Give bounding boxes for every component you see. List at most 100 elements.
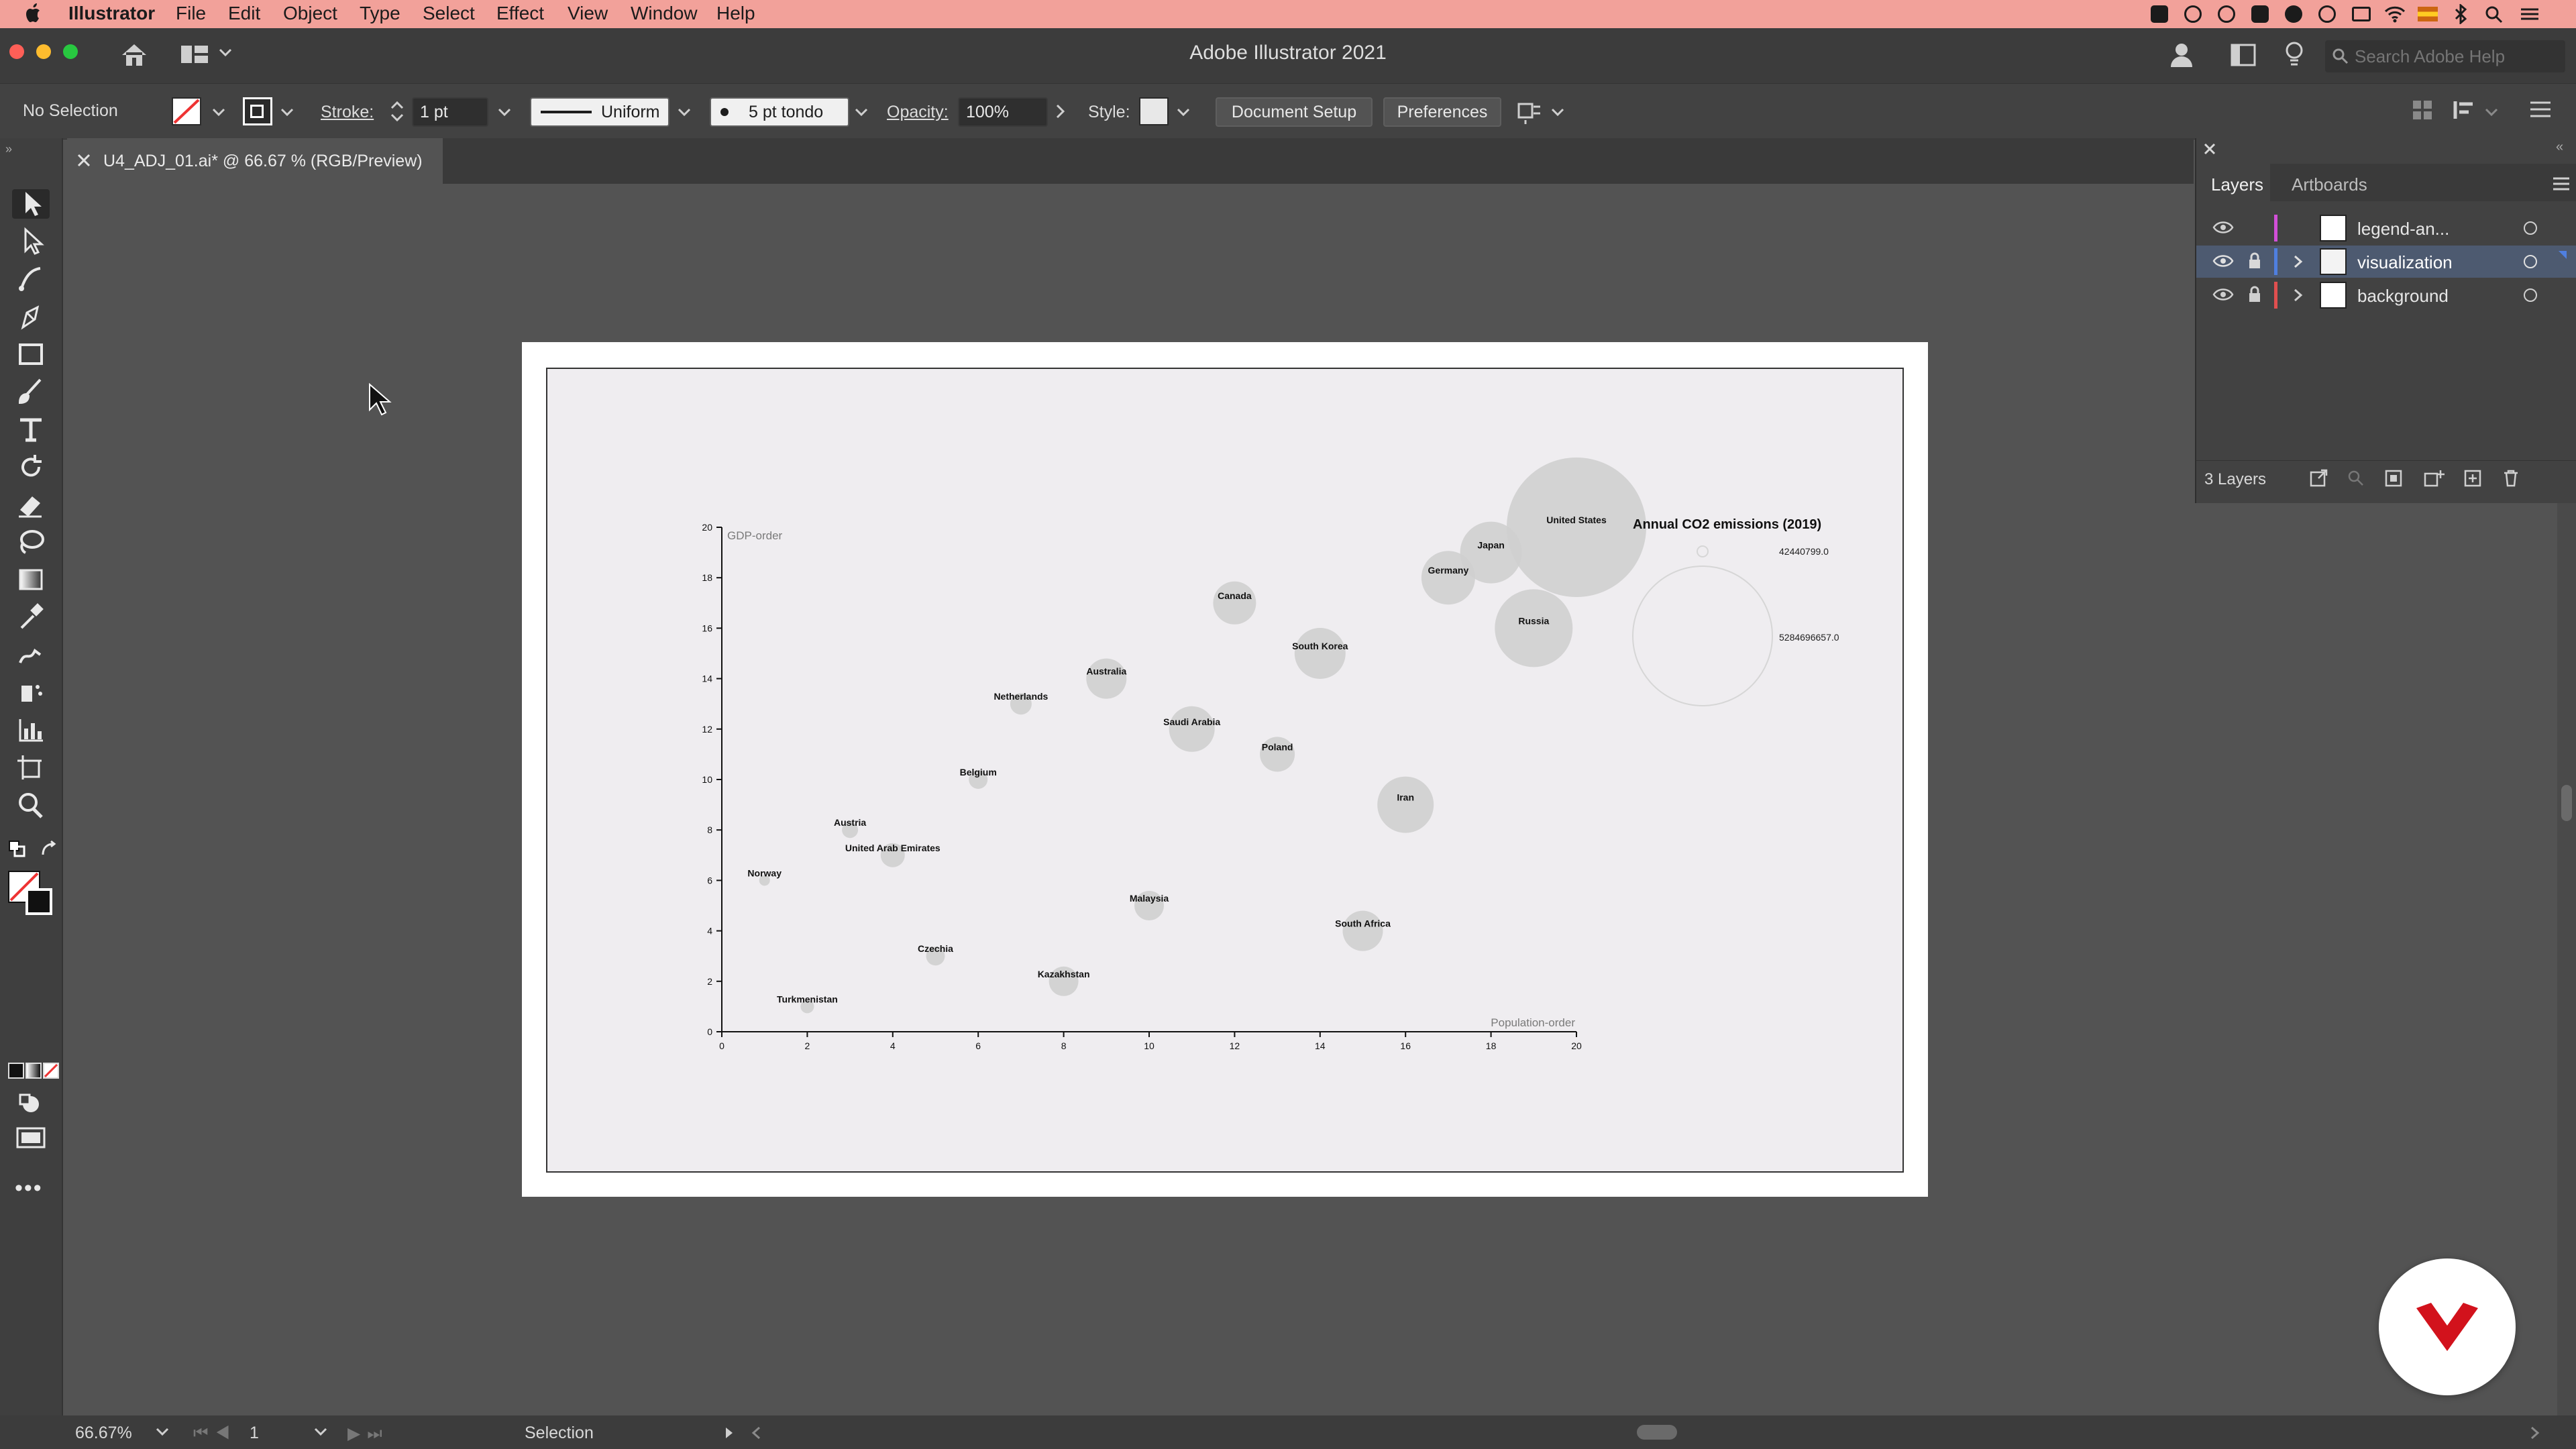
wifi-icon[interactable] (2384, 5, 2406, 23)
artboard-next-arrows[interactable]: ▶⏭ (347, 1424, 389, 1444)
expand-chevron-icon[interactable] (2293, 288, 2304, 302)
app-s-icon[interactable] (2251, 5, 2269, 23)
control-center-icon[interactable] (2520, 5, 2540, 23)
control-bar-menu-icon[interactable] (2529, 100, 2552, 120)
visibility-eye-icon[interactable] (2212, 254, 2234, 268)
brush-chevron-icon[interactable] (855, 108, 868, 117)
chevron-down-icon[interactable] (219, 48, 232, 58)
layer-target-icon[interactable] (2524, 288, 2537, 302)
adobe-cc-icon[interactable] (2151, 5, 2168, 23)
grid-icon[interactable] (2411, 99, 2434, 121)
vertical-scrollbar[interactable] (2557, 503, 2576, 1415)
layer-row-visualization[interactable]: visualization (2196, 246, 2576, 278)
color-mode-button[interactable] (8, 1063, 24, 1079)
stroke-weight-chevron-icon[interactable] (498, 108, 511, 117)
fill-dropdown-chevron-icon[interactable] (212, 108, 225, 117)
stroke-color-box[interactable] (25, 888, 52, 915)
status-menu-arrow-icon[interactable] (724, 1426, 734, 1440)
stroke-weight-field[interactable]: 1 pt (412, 97, 488, 127)
gradient-tool[interactable] (12, 565, 50, 594)
swap-fill-stroke-icon[interactable] (39, 840, 58, 859)
discover-lightbulb-icon[interactable] (2284, 40, 2305, 70)
close-panel-icon[interactable] (2203, 142, 2216, 156)
zoom-chevron-icon[interactable] (156, 1428, 169, 1437)
tab-artboards[interactable]: Artboards (2292, 174, 2367, 195)
fill-swatch[interactable] (172, 97, 201, 125)
vertical-scroll-thumb[interactable] (2561, 785, 2572, 821)
stroke-swatch[interactable] (243, 97, 272, 125)
workspace-switcher-icon[interactable] (180, 43, 209, 66)
zoom-tool[interactable] (12, 790, 50, 820)
new-layer-icon[interactable] (2463, 469, 2482, 488)
close-tab-icon[interactable] (76, 153, 91, 168)
menu-view[interactable]: View (568, 3, 608, 24)
curvature-tool[interactable] (12, 264, 50, 294)
export-icon[interactable] (2309, 469, 2329, 488)
artboard-chevron-icon[interactable] (314, 1428, 327, 1437)
layer-row-legend[interactable]: legend-an... (2196, 212, 2576, 244)
direct-selection-tool[interactable] (12, 227, 50, 256)
layer-name[interactable]: legend-an... (2357, 219, 2449, 239)
selection-tool[interactable] (12, 189, 50, 219)
menu-file[interactable]: File (176, 3, 206, 24)
locate-object-icon[interactable] (2347, 469, 2365, 488)
edit-toolbar-more-icon[interactable]: ••• (15, 1175, 43, 1201)
layer-row-background[interactable]: background (2196, 279, 2576, 311)
profile-chevron-icon[interactable] (678, 108, 691, 117)
type-tool[interactable] (12, 415, 50, 444)
menu-window[interactable]: Window (631, 3, 698, 24)
none-mode-button[interactable] (43, 1063, 59, 1079)
collapse-tools-icon[interactable]: » (5, 142, 19, 156)
window-close-button[interactable] (9, 44, 24, 59)
opacity-field[interactable]: 100% (958, 97, 1048, 127)
lasso-tool[interactable] (12, 527, 50, 557)
document-tab[interactable]: U4_ADJ_01.ai* @ 66.67 % (RGB/Preview) (67, 138, 443, 184)
delete-layer-icon[interactable] (2502, 469, 2520, 488)
scroll-left-icon[interactable] (751, 1426, 761, 1440)
help-search-input[interactable] (2353, 44, 2557, 68)
stroke-dropdown-chevron-icon[interactable] (280, 108, 294, 117)
share-user-icon[interactable] (2169, 40, 2196, 70)
arrange-chevron-icon[interactable] (1551, 108, 1564, 117)
floating-app-badge[interactable] (2379, 1258, 2516, 1395)
bluetooth-icon[interactable] (2453, 4, 2469, 24)
rotate-tool[interactable] (12, 452, 50, 482)
clipping-mask-icon[interactable] (2384, 469, 2403, 488)
visibility-eye-icon[interactable] (2212, 220, 2234, 235)
zoom-level[interactable]: 66.67% (75, 1424, 132, 1443)
graphic-style-swatch[interactable] (1139, 97, 1169, 125)
pen-tool[interactable] (12, 302, 50, 331)
menu-edit[interactable]: Edit (228, 3, 260, 24)
arrange-documents-icon[interactable] (2230, 43, 2257, 67)
home-icon[interactable] (119, 42, 149, 68)
artboard-number[interactable]: 1 (250, 1424, 259, 1443)
app-menu[interactable]: Illustrator (68, 3, 155, 24)
collapse-panel-icon[interactable]: « (2556, 140, 2563, 155)
layer-name[interactable]: visualization (2357, 252, 2453, 273)
screen-mode-icon[interactable] (16, 1127, 46, 1148)
style-chevron-icon[interactable] (1177, 108, 1190, 117)
opacity-label[interactable]: Opacity: (887, 103, 949, 122)
stroke-label[interactable]: Stroke: (321, 103, 374, 122)
lock-icon[interactable] (2247, 252, 2262, 270)
document-setup-button[interactable]: Document Setup (1216, 97, 1373, 127)
menu-object[interactable]: Object (283, 3, 337, 24)
layer-name[interactable]: background (2357, 286, 2449, 307)
panel-menu-icon[interactable] (2552, 176, 2571, 192)
eyedropper-tool[interactable] (12, 602, 50, 632)
variable-width-profile-dropdown[interactable]: Uniform (530, 97, 669, 127)
window-zoom-button[interactable] (63, 44, 78, 59)
lock-icon[interactable] (2247, 286, 2262, 303)
github-icon[interactable] (2285, 5, 2302, 23)
graph-tool[interactable] (12, 715, 50, 745)
sync-icon[interactable] (2218, 5, 2235, 23)
stroke-stepper-icon[interactable] (389, 97, 405, 125)
default-fill-stroke-icon[interactable] (8, 840, 27, 859)
artboard-prev-arrows[interactable]: ⏮◀ (193, 1424, 237, 1443)
horizontal-scroll-thumb[interactable] (1637, 1425, 1677, 1440)
menu-effect[interactable]: Effect (496, 3, 544, 24)
apple-icon[interactable] (24, 3, 43, 29)
align-chevron-icon[interactable] (2485, 108, 2498, 117)
menu-select[interactable]: Select (423, 3, 475, 24)
new-sublayer-icon[interactable] (2423, 469, 2445, 488)
